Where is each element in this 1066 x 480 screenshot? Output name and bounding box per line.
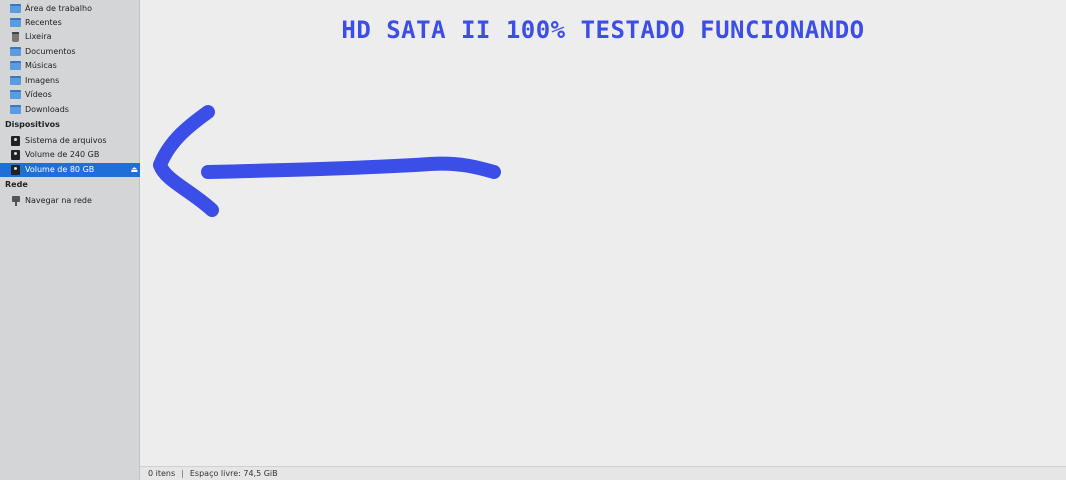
documents-folder-icon [10,46,21,57]
sidebar-item-musicas[interactable]: Músicas [0,59,140,73]
statusbar-separator: | [181,469,184,478]
item-count: 0 itens [148,469,176,478]
arrow-shaft [201,156,501,179]
sidebar-item-volume-80[interactable]: Volume de 80 GB ⏏ [0,163,140,177]
sidebar-item-label: Área de trabalho [25,4,92,13]
videos-folder-icon [10,89,21,100]
sidebar-item-label: Volume de 240 GB [25,150,100,159]
drive-icon [10,135,21,146]
sidebar-item-videos[interactable]: Vídeos [0,88,140,102]
sidebar-item-downloads[interactable]: Downloads [0,103,140,117]
sidebar-item-label: Imagens [25,76,60,85]
sidebar-item-label: Downloads [25,105,69,114]
eject-icon[interactable]: ⏏ [130,164,138,176]
sidebar-item-label: Lixeira [25,32,52,41]
sidebar-item-documentos[interactable]: Documentos [0,45,140,59]
sidebar-item-lixeira[interactable]: Lixeira [0,30,140,44]
drive-icon [10,149,21,160]
sidebar-item-label: Músicas [25,61,57,70]
downloads-folder-icon [10,104,21,115]
sidebar-item-label: Sistema de arquivos [25,136,107,145]
drive-icon [10,164,21,175]
sidebar: Área de trabalho Recentes Lixeira Docume… [0,0,140,480]
trash-icon [10,31,21,42]
recent-folder-icon [10,17,21,28]
sidebar-item-label: Recentes [25,18,62,27]
statusbar: 0 itens | Espaço livre: 74,5 GiB [140,466,1066,480]
arrow-annotation [153,105,501,217]
sidebar-item-label: Volume de 80 GB [25,165,95,174]
sidebar-item-sistema-de-arquivos[interactable]: Sistema de arquivos [0,134,140,148]
sidebar-item-recentes[interactable]: Recentes [0,16,140,30]
section-header-network: Rede [5,180,28,189]
section-header-devices: Dispositivos [5,120,60,129]
sidebar-item-label: Navegar na rede [25,196,92,205]
sidebar-item-area-de-trabalho[interactable]: Área de trabalho [0,2,140,16]
images-folder-icon [10,75,21,86]
music-folder-icon [10,60,21,71]
sidebar-item-volume-240[interactable]: Volume de 240 GB [0,148,140,162]
free-space: Espaço livre: 74,5 GiB [189,469,278,478]
sidebar-item-navegar-na-rede[interactable]: Navegar na rede [0,194,140,208]
sidebar-item-label: Documentos [25,47,76,56]
desktop-folder-icon [10,3,21,14]
arrow-head [153,105,219,217]
network-icon [10,195,21,206]
sidebar-item-imagens[interactable]: Imagens [0,74,140,88]
sidebar-item-label: Vídeos [25,90,52,99]
